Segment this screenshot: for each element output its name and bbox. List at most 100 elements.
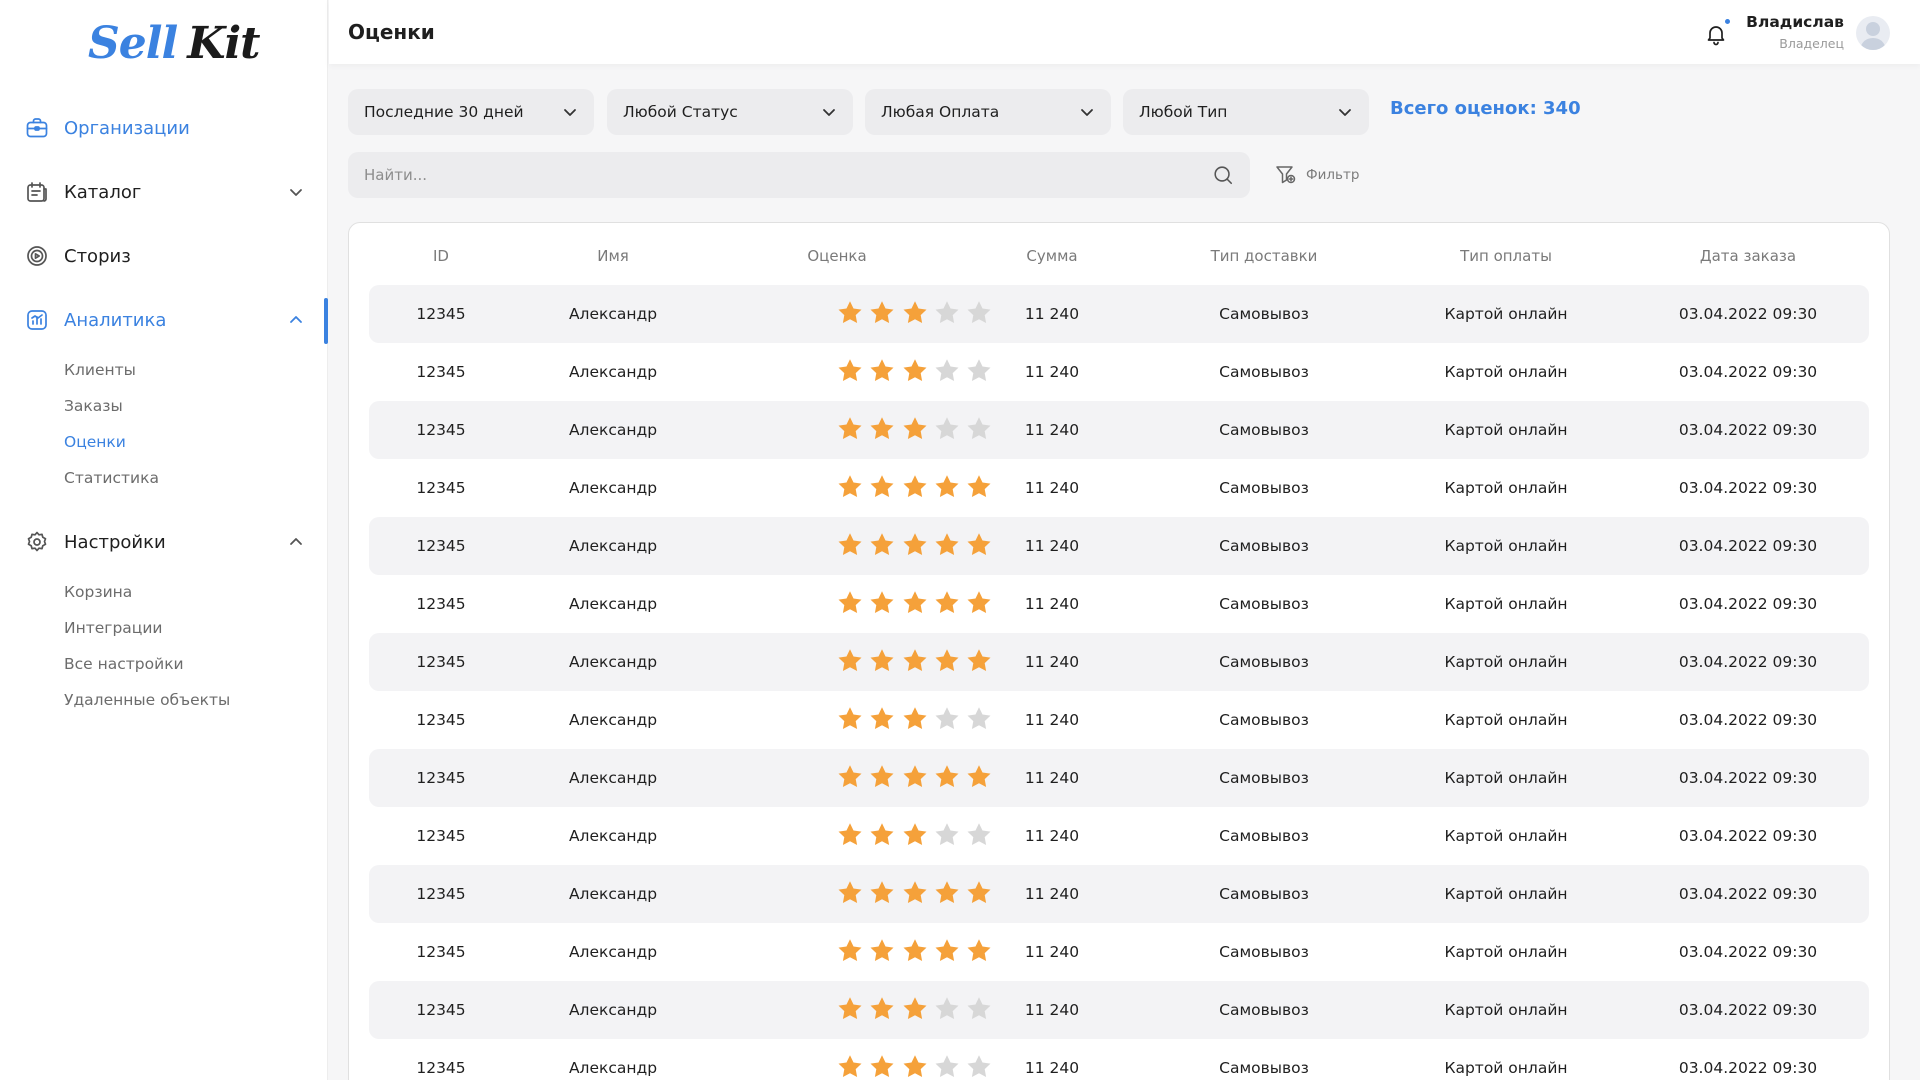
sidebar-item-stories[interactable]: Сториз (0, 224, 328, 288)
chevron-down-icon (1081, 109, 1093, 116)
star-filled-icon (903, 939, 927, 961)
column-header-id[interactable]: ID (433, 247, 449, 265)
filter-label: Фильтр (1306, 167, 1360, 183)
cell-sum: 11 240 (1024, 827, 1080, 845)
subitem-integrations[interactable]: Интеграции (64, 610, 328, 646)
rating-stars (836, 879, 997, 907)
cell-id: 12345 (416, 943, 466, 961)
chevron-up-icon[interactable] (286, 310, 306, 330)
star-filled-icon (870, 939, 894, 961)
star-filled-icon (870, 475, 894, 497)
table-row[interactable]: 12345 Александр 11 240 Самовывоз Картой онла… (369, 343, 1869, 401)
sidebar-item-label: Сториз (64, 245, 131, 267)
star-filled-icon (967, 475, 991, 497)
subitem-statistics[interactable]: Статистика (64, 460, 328, 496)
star-filled-icon (838, 939, 862, 961)
table-row[interactable]: 12345 Александр 11 240 Самовывоз Картой онла… (369, 517, 1869, 575)
subitem-all-settings[interactable]: Все настройки (64, 646, 328, 682)
search-icon[interactable] (1212, 164, 1234, 186)
sidebar-item-analytics[interactable]: Аналитика (0, 288, 328, 352)
star-filled-icon (903, 997, 927, 1019)
table-row[interactable]: 12345 Александр 11 240 Самовывоз Картой онла… (369, 807, 1869, 865)
cell-date: 03.04.2022 09:30 (1678, 653, 1818, 671)
star-filled-icon (903, 417, 927, 439)
column-header-rating[interactable]: Оценка (807, 247, 866, 265)
subitem-clients[interactable]: Клиенты (64, 352, 328, 388)
table-row[interactable]: 12345 Александр 11 240 Самовывоз Картой онла… (369, 285, 1869, 343)
avatar[interactable] (1856, 16, 1890, 50)
column-header-sum[interactable]: Сумма (1026, 247, 1077, 265)
table-row[interactable]: 12345 Александр 11 240 Самовывоз Картой онла… (369, 691, 1869, 749)
star-filled-icon (935, 649, 959, 671)
cell-payment: Картой онлайн (1444, 827, 1568, 845)
column-header-date[interactable]: Дата заказа (1700, 247, 1796, 265)
star-filled-icon (903, 765, 927, 787)
star-filled-icon (838, 591, 862, 613)
subitem-cart[interactable]: Корзина (64, 574, 328, 610)
table-row[interactable]: 12345 Александр 11 240 Самовывоз Картой онла… (369, 923, 1869, 981)
cell-date: 03.04.2022 09:30 (1678, 827, 1818, 845)
cell-date: 03.04.2022 09:30 (1678, 711, 1818, 729)
column-header-delivery[interactable]: Тип доставки (1211, 247, 1318, 265)
cell-payment: Картой онлайн (1444, 421, 1568, 439)
payment-select[interactable]: Любая Оплата (865, 89, 1111, 135)
table-row[interactable]: 12345 Александр 11 240 Самовывоз Картой онла… (369, 1039, 1869, 1080)
sidebar-item-settings[interactable]: Настройки (0, 510, 328, 574)
star-filled-icon (838, 881, 862, 903)
star-filled-icon (967, 881, 991, 903)
star-filled-icon (870, 823, 894, 845)
table-row[interactable]: 12345 Александр 11 240 Самовывоз Картой онла… (369, 459, 1869, 517)
bell-icon[interactable] (1704, 22, 1728, 46)
period-select[interactable]: Последние 30 дней (348, 89, 594, 135)
subitem-deleted-objects[interactable]: Удаленные объекты (64, 682, 328, 718)
star-filled-icon (838, 997, 862, 1019)
cell-date: 03.04.2022 09:30 (1678, 479, 1818, 497)
star-filled-icon (870, 417, 894, 439)
cell-name: Александр (568, 943, 658, 961)
cell-sum: 11 240 (1024, 1001, 1080, 1019)
stories-icon (24, 243, 50, 269)
status-select[interactable]: Любой Статус (607, 89, 853, 135)
type-select[interactable]: Любой Тип (1123, 89, 1369, 135)
cell-id: 12345 (416, 827, 466, 845)
sidebar-item-catalog[interactable]: Каталог (0, 160, 328, 224)
table-row[interactable]: 12345 Александр 11 240 Самовывоз Картой онла… (369, 633, 1869, 691)
user-name[interactable]: Владислав (1746, 13, 1844, 31)
rating-stars (836, 299, 997, 327)
rating-stars (836, 647, 997, 675)
star-filled-icon (903, 881, 927, 903)
rating-stars (836, 415, 997, 443)
cell-payment: Картой онлайн (1444, 653, 1568, 671)
cell-sum: 11 240 (1024, 943, 1080, 961)
cell-payment: Картой онлайн (1444, 305, 1568, 323)
brand-logo[interactable]: Sell Kit (88, 18, 260, 78)
filter-button[interactable]: Фильтр (1274, 162, 1359, 188)
subitem-orders[interactable]: Заказы (64, 388, 328, 424)
cell-sum: 11 240 (1024, 653, 1080, 671)
subitem-ratings[interactable]: Оценки (64, 424, 328, 460)
column-header-name[interactable]: Имя (597, 247, 629, 265)
table-row[interactable]: 12345 Александр 11 240 Самовывоз Картой онла… (369, 575, 1869, 633)
type-select-value: Любой Тип (1139, 103, 1228, 121)
sidebar-item-organizations[interactable]: Организации (0, 96, 328, 160)
cell-delivery: Самовывоз (1219, 363, 1309, 381)
search-input[interactable] (364, 166, 1184, 184)
table-row[interactable]: 12345 Александр 11 240 Самовывоз Картой онла… (369, 401, 1869, 459)
sidebar-item-label: Аналитика (64, 309, 167, 331)
star-filled-icon (870, 359, 894, 381)
chevron-down-icon[interactable] (286, 182, 306, 202)
table-row[interactable]: 12345 Александр 11 240 Самовывоз Картой онла… (369, 981, 1869, 1039)
star-filled-icon (903, 1055, 927, 1077)
cell-date: 03.04.2022 09:30 (1678, 943, 1818, 961)
rating-stars (836, 1053, 997, 1080)
catalog-icon (24, 179, 50, 205)
chevron-up-icon[interactable] (286, 532, 306, 552)
table-row[interactable]: 12345 Александр 11 240 Самовывоз Картой онла… (369, 865, 1869, 923)
table-row[interactable]: 12345 Александр 11 240 Самовывоз Картой онла… (369, 749, 1869, 807)
star-empty-icon (967, 823, 991, 845)
cell-sum: 11 240 (1024, 305, 1080, 323)
star-filled-icon (935, 939, 959, 961)
column-header-payment[interactable]: Тип оплаты (1460, 247, 1552, 265)
cell-delivery: Самовывоз (1219, 653, 1309, 671)
chevron-down-icon (1339, 109, 1351, 116)
